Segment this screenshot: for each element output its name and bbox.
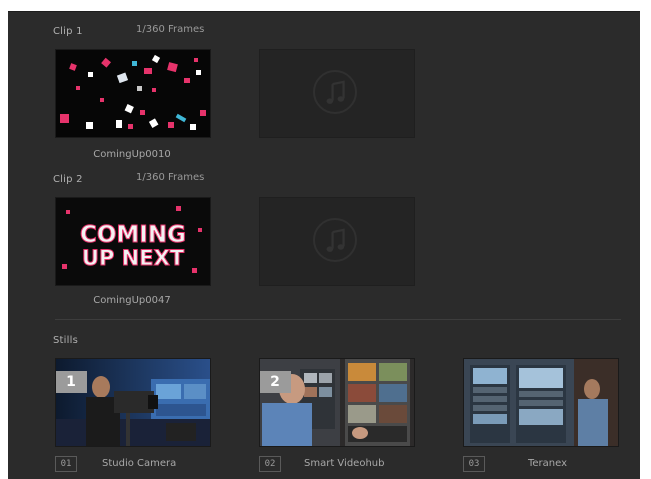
thumb-text-line1: COMING (80, 222, 186, 248)
still-thumbnail-3[interactable] (463, 358, 619, 447)
clip2-name: ComingUp0047 (93, 295, 171, 306)
clip1-video-thumbnail[interactable] (55, 49, 211, 138)
coming-up-next-image: COMING UP NEXT (56, 198, 210, 285)
still-name-3: Teranex (528, 458, 568, 469)
still-slot-1: 01 (55, 456, 77, 472)
clip1-label: Clip 1 (53, 26, 83, 37)
confetti-image (56, 50, 210, 137)
music-note-icon (313, 218, 357, 262)
media-pool-panel: Clip 1 1/360 Frames ComingUp0010 Clip 2 … (8, 11, 640, 479)
clip2-video-thumbnail[interactable]: COMING UP NEXT (55, 197, 211, 286)
section-divider (55, 319, 621, 320)
clip2-label: Clip 2 (53, 174, 83, 185)
still-name-2: Smart Videohub (304, 458, 385, 469)
clip1-frames: 1/360 Frames (136, 24, 205, 35)
still-thumbnail-1[interactable]: 1 (55, 358, 211, 447)
clip2-audio-slot[interactable] (259, 197, 415, 286)
stills-label: Stills (53, 335, 79, 346)
still-slot-2: 02 (259, 456, 281, 472)
clip1-name: ComingUp0010 (93, 149, 171, 160)
teranex-image (464, 359, 618, 446)
thumb-text-line2: UP NEXT (82, 246, 185, 270)
clip2-frames: 1/360 Frames (136, 172, 205, 183)
still-badge-1: 1 (56, 371, 87, 393)
music-note-icon (313, 70, 357, 114)
clip1-audio-slot[interactable] (259, 49, 415, 138)
still-name-1: Studio Camera (102, 458, 177, 469)
still-badge-2: 2 (260, 371, 291, 393)
still-slot-3: 03 (463, 456, 485, 472)
still-thumbnail-2[interactable]: 2 (259, 358, 415, 447)
